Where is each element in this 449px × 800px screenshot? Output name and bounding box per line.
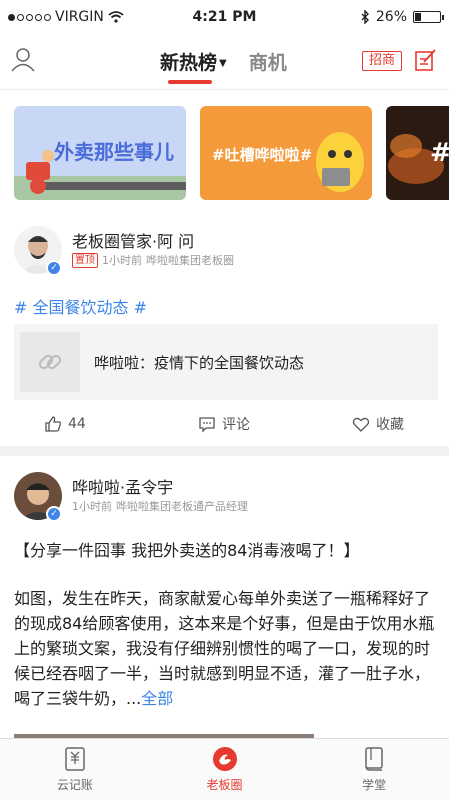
link-card-title: 哗啦啦：疫情下的全国餐饮动态 [94, 354, 305, 372]
status-bar: VIRGIN 4:21 PM 26% [0, 0, 449, 34]
link-icon [38, 354, 62, 370]
tab-school[interactable]: 学堂 [299, 739, 449, 800]
post-body[interactable]: 如图，发生在昨天，商家献爱心每单外卖送了一瓶稀释好了的现成84给顾客使用，这本来… [14, 586, 438, 711]
post-time: 1小时前 [102, 254, 142, 267]
feed-post: ✓ 老板圈管家·阿 问 置顶 1小时前 哗啦啦集团老板圈 # 全国餐饮动态 # … [0, 208, 449, 448]
battery-percent: 26% [375, 9, 407, 25]
active-tab-indicator [168, 80, 212, 84]
post-title: 【分享一件囧事 我把外卖送的84消毒液喝了！】 [14, 541, 360, 560]
wifi-icon [108, 11, 124, 23]
banner-card-complain-text: #吐槽哗啦啦# [212, 146, 313, 164]
link-thumbnail [20, 332, 80, 392]
ledger-icon [65, 747, 85, 771]
pinned-badge: 置顶 [72, 252, 98, 268]
banner-card-takeout[interactable]: 外卖那些事儿 [14, 106, 186, 200]
status-left: VIRGIN [8, 9, 158, 25]
banner-carousel: 外卖那些事儿 #吐槽哗啦啦# # [0, 100, 449, 208]
book-icon [365, 747, 383, 771]
post-affiliation: 哗啦啦集团老板通产品经理 [116, 500, 248, 513]
tab-business[interactable]: 商机 [249, 48, 287, 75]
tab-business-label: 商机 [248, 52, 287, 74]
caret-down-icon: ▼ [219, 58, 227, 69]
banner-card-food-text: # [430, 138, 449, 168]
tab-boss-circle[interactable]: 老板圈 [150, 739, 300, 800]
like-count: 44 [68, 416, 86, 432]
post-author[interactable]: 哗啦啦·孟令宇 [72, 474, 173, 498]
verified-icon: ✓ [46, 260, 62, 276]
feed-divider [0, 446, 449, 456]
banner-card-takeout-text: 外卖那些事儿 [54, 140, 174, 164]
topic-hashtag[interactable]: # 全国餐饮动态 # [14, 294, 147, 318]
carrier-name: VIRGIN [55, 9, 104, 25]
feed-post: ✓ 哗啦啦·孟令宇 1小时前 哗啦啦集团老板通产品经理 【分享一件囧事 我把外卖… [0, 456, 449, 740]
signal-icon [8, 13, 51, 21]
favorite-button[interactable]: 收藏 [352, 414, 404, 434]
tab-school-label: 学堂 [362, 778, 387, 792]
user-icon[interactable] [10, 46, 36, 72]
comment-icon [199, 417, 215, 433]
heart-icon [352, 417, 370, 432]
banner-card-complain[interactable]: #吐槽哗啦啦# [200, 106, 372, 200]
status-right: 26% [291, 9, 444, 25]
post-time: 1小时前 [72, 500, 112, 513]
comment-label: 评论 [222, 417, 250, 433]
post-meta: 1小时前 哗啦啦集团老板通产品经理 [72, 498, 248, 514]
recruit-button[interactable]: 招商 [362, 51, 403, 71]
battery-icon [413, 11, 444, 23]
like-button[interactable]: 44 [44, 415, 86, 433]
bottom-tab-bar: 云记账 老板圈 学堂 [0, 738, 449, 800]
comment-button[interactable]: 评论 [198, 414, 250, 434]
post-affiliation: 哗啦啦集团老板圈 [146, 254, 234, 267]
status-time: 4:21 PM [192, 9, 257, 25]
expand-link[interactable]: 全部 [141, 689, 173, 708]
bluetooth-icon [361, 10, 369, 24]
favorite-label: 收藏 [376, 417, 404, 433]
thumbs-up-icon [45, 416, 61, 432]
link-card[interactable]: 哗啦啦：疫情下的全国餐饮动态 [14, 324, 438, 400]
boss-circle-icon [212, 747, 237, 771]
battery-level [415, 13, 422, 21]
tab-bookkeeping-label: 云记账 [56, 778, 93, 792]
post-body-text: 如图，发生在昨天，商家献爱心每单外卖送了一瓶稀释好了的现成84给顾客使用，这本来… [14, 589, 435, 708]
top-nav: 新热榜 ▼ 商机 招商 [0, 34, 449, 90]
post-author[interactable]: 老板圈管家·阿 问 [72, 228, 194, 252]
tab-hot-list[interactable]: 新热榜 ▼ [160, 48, 227, 75]
tab-hot-list-label: 新热榜 [160, 52, 218, 74]
verified-icon: ✓ [46, 506, 62, 522]
tab-bookkeeping[interactable]: 云记账 [0, 739, 150, 800]
tab-boss-circle-label: 老板圈 [206, 778, 243, 792]
nav-tabs: 新热榜 ▼ 商机 [160, 48, 287, 75]
banner-card-food[interactable]: # [386, 106, 449, 200]
post-meta: 置顶 1小时前 哗啦啦集团老板圈 [72, 252, 234, 268]
compose-icon[interactable] [414, 48, 438, 72]
post-actions: 44 评论 收藏 [0, 406, 449, 442]
